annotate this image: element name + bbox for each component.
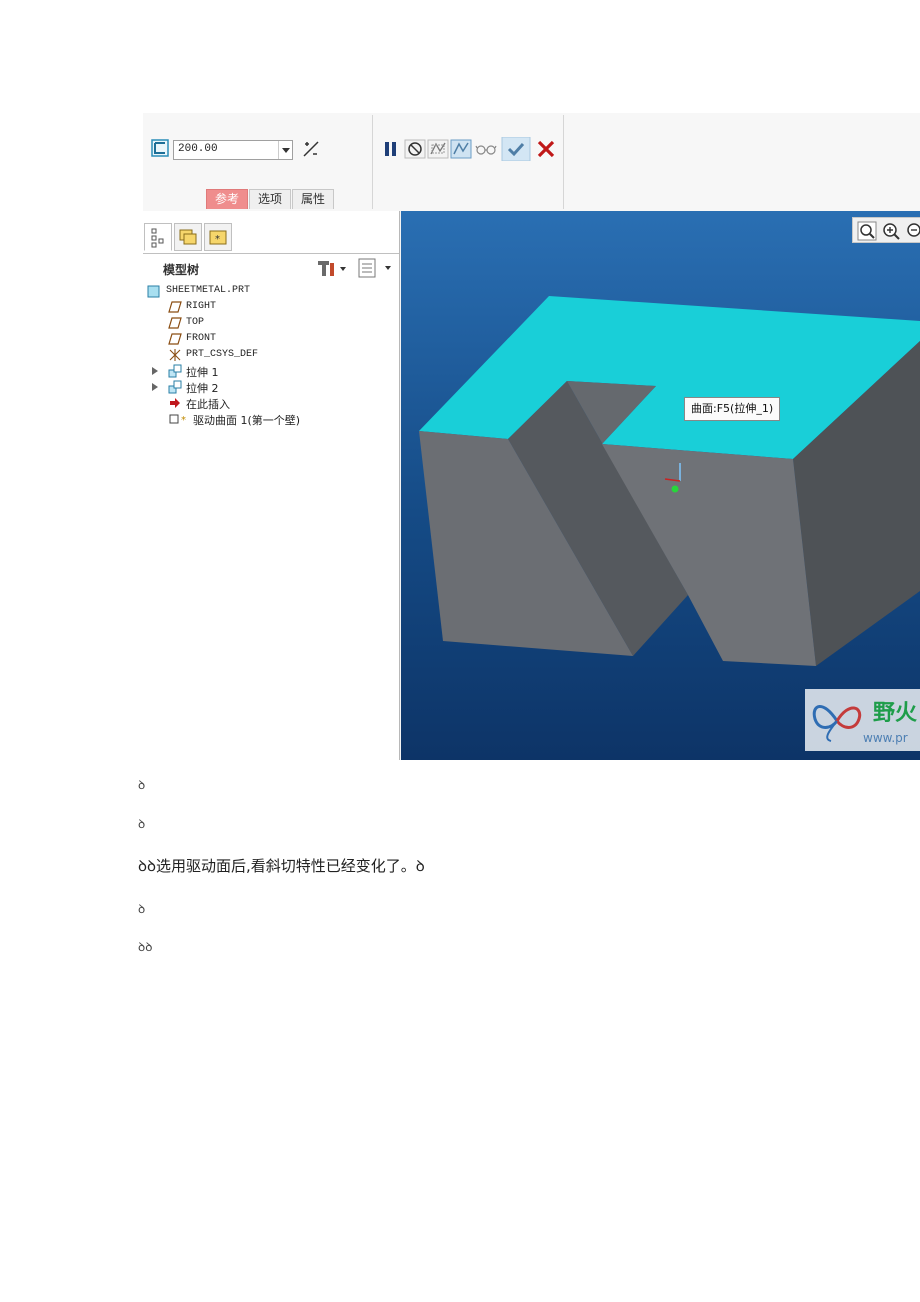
part-icon bbox=[147, 285, 160, 298]
svg-text:*: * bbox=[215, 234, 220, 245]
tree-item-sheetmetal-prt[interactable]: SHEETMETAL.PRT bbox=[143, 283, 399, 299]
folder-star-icon: * bbox=[209, 230, 227, 245]
zoom-out-icon[interactable] bbox=[905, 221, 920, 241]
graphics-window[interactable]: 曲面:F5(拉伸_1) 野火 www.pr bbox=[401, 211, 920, 760]
flip-direction-icon[interactable] bbox=[301, 139, 321, 159]
tab-options[interactable]: 选项 bbox=[249, 189, 292, 209]
tree-item-top[interactable]: TOP bbox=[143, 315, 399, 331]
watermark-logo: 野火 www.pr bbox=[805, 689, 920, 751]
tree-item-extrude-1[interactable]: 拉伸 1 bbox=[143, 363, 399, 379]
datum-plane-icon bbox=[168, 301, 182, 313]
tree-item-front[interactable]: FRONT bbox=[143, 331, 399, 347]
confirm-check-icon[interactable] bbox=[501, 137, 531, 161]
tree-item-extrude-2[interactable]: 拉伸 2 bbox=[143, 379, 399, 395]
dashboard-tabs: 参考 选项 属性 bbox=[206, 189, 335, 209]
empty-paragraph: ꝺ bbox=[138, 817, 146, 831]
model-tree-panel: * 模型树 SHEETMETAL.PRT RIGHT TOP FRONT PRT… bbox=[143, 211, 400, 760]
model-tree-icon bbox=[151, 228, 164, 248]
butterfly-logo-icon bbox=[812, 705, 862, 742]
tab-properties[interactable]: 属性 bbox=[292, 189, 335, 209]
driving-surface-icon bbox=[169, 414, 179, 424]
divider bbox=[563, 115, 564, 209]
blind-depth-icon[interactable] bbox=[151, 139, 169, 157]
datum-plane-icon bbox=[168, 333, 182, 345]
depth-value: 200.00 bbox=[178, 143, 218, 155]
no-preview-icon[interactable] bbox=[404, 137, 426, 161]
pause-icon[interactable] bbox=[381, 137, 403, 161]
view-toolbar bbox=[852, 217, 920, 243]
tab-folder-browser[interactable] bbox=[174, 223, 202, 251]
navigator-tabs: * bbox=[144, 223, 234, 251]
svg-text:*: * bbox=[181, 415, 186, 426]
tab-model-tree[interactable] bbox=[144, 223, 172, 251]
geometry-preview-icon[interactable] bbox=[427, 137, 449, 161]
chevron-down-icon[interactable] bbox=[278, 141, 292, 159]
tree-item-right[interactable]: RIGHT bbox=[143, 299, 399, 315]
extrude-icon bbox=[168, 380, 182, 394]
tree-item-insert-here[interactable]: 在此插入 bbox=[143, 395, 399, 411]
feature-preview-icon[interactable] bbox=[450, 137, 472, 161]
show-list-icon[interactable] bbox=[358, 258, 394, 278]
body-paragraph: ꝺꝺ选用驱动面后,看斜切特性已经变化了。ꝺ bbox=[138, 857, 425, 875]
layers-icon bbox=[179, 229, 197, 245]
tab-references[interactable]: 参考 bbox=[206, 189, 249, 209]
insert-here-arrow-icon bbox=[170, 398, 180, 408]
model-tree-title: 模型树 bbox=[163, 263, 200, 277]
empty-paragraph: ꝺ bbox=[138, 778, 146, 792]
divider bbox=[372, 115, 373, 209]
depth-value-input[interactable]: 200.00 bbox=[173, 140, 293, 160]
expand-arrow-icon[interactable] bbox=[152, 383, 158, 391]
model-tree-header: 模型树 bbox=[143, 253, 399, 281]
feature-dashboard: 200.00 参考 选项 属性 bbox=[143, 113, 920, 211]
refit-icon[interactable] bbox=[857, 221, 877, 241]
empty-paragraph: ꝺꝺ bbox=[138, 940, 153, 954]
datum-plane-icon bbox=[168, 317, 182, 329]
tree-item-driving-surface[interactable]: * 驱动曲面 1(第一个壁) bbox=[143, 411, 399, 427]
tab-favorites[interactable]: * bbox=[204, 223, 232, 251]
expand-arrow-icon[interactable] bbox=[152, 367, 158, 375]
watermark-text: 野火 bbox=[873, 701, 918, 726]
zoom-in-icon[interactable] bbox=[881, 221, 901, 241]
glasses-icon[interactable] bbox=[475, 137, 497, 161]
watermark-url: www.pr bbox=[863, 731, 908, 745]
sheetmetal-model[interactable] bbox=[401, 211, 920, 760]
model-tree-list: SHEETMETAL.PRT RIGHT TOP FRONT PRT_CSYS_… bbox=[143, 283, 399, 427]
csys-icon bbox=[169, 349, 181, 361]
creo-screenshot: 200.00 参考 选项 属性 * 模型树 SHEETMETAL.PRT RIG… bbox=[143, 113, 920, 760]
tree-item-prt-csys-def[interactable]: PRT_CSYS_DEF bbox=[143, 347, 399, 363]
csys-origin bbox=[671, 485, 679, 493]
empty-paragraph: ꝺ bbox=[138, 902, 146, 916]
extrude-icon bbox=[168, 364, 182, 378]
regenerate-flag-icon: * bbox=[181, 415, 186, 426]
settings-tools-icon[interactable] bbox=[315, 259, 347, 277]
cancel-x-icon[interactable] bbox=[535, 137, 557, 161]
surface-tooltip: 曲面:F5(拉伸_1) bbox=[684, 397, 781, 421]
